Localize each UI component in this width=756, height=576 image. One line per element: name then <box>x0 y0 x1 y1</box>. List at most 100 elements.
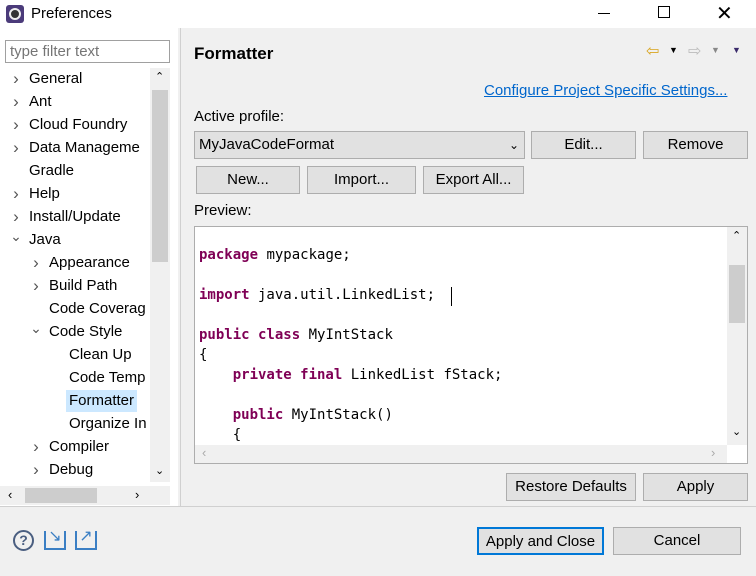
tree-item-label: Data Manageme <box>29 139 140 156</box>
footer-divider <box>0 506 756 507</box>
export-preferences-icon[interactable]: ↗ <box>75 529 97 550</box>
chevron-right-icon[interactable]: › <box>10 91 22 113</box>
chevron-right-icon[interactable]: › <box>10 137 22 159</box>
tree-item-label: Appearance <box>49 254 130 271</box>
export-all-button[interactable]: Export All... <box>423 166 524 194</box>
cancel-button[interactable]: Cancel <box>613 527 741 555</box>
scroll-right-icon[interactable]: › <box>711 445 715 460</box>
tree-item[interactable]: › Data Manageme <box>0 137 150 159</box>
tree-item[interactable]: › Install/Update <box>0 206 150 228</box>
configure-project-link[interactable]: Configure Project Specific Settings... <box>484 82 727 99</box>
scroll-thumb[interactable] <box>729 265 745 323</box>
code-text: { <box>199 427 242 443</box>
close-button[interactable]: ✕ <box>716 1 733 26</box>
code-keyword: import <box>199 287 250 303</box>
code-preview[interactable]: package mypackage; import java.util.Linke… <box>194 226 748 464</box>
preview-horizontal-scrollbar[interactable]: ‹ › <box>195 445 727 463</box>
chevron-right-icon[interactable]: › <box>10 114 22 136</box>
scroll-left-icon[interactable]: ‹ <box>202 445 206 460</box>
code-line: { <box>199 427 241 443</box>
tree-item-label: Ant <box>29 93 52 110</box>
eclipse-gear-icon <box>6 5 24 23</box>
forward-menu-icon[interactable]: ▼ <box>711 45 720 55</box>
chevron-right-icon[interactable]: › <box>30 252 42 274</box>
tree-item-label: Formatter <box>66 390 138 412</box>
active-profile-label: Active profile: <box>194 108 285 125</box>
tree-item[interactable]: Code Coverag <box>0 298 150 320</box>
scroll-up-icon[interactable]: ⌃ <box>155 70 164 83</box>
restore-defaults-button[interactable]: Restore Defaults <box>506 473 636 501</box>
filter-input[interactable] <box>5 40 170 63</box>
maximize-button[interactable] <box>658 6 670 18</box>
preview-vertical-scrollbar[interactable]: ⌃ ⌄ <box>727 227 747 445</box>
minimize-button[interactable] <box>598 13 610 14</box>
tree-item-label: Java <box>29 231 61 248</box>
back-arrow-icon[interactable]: ⇦ <box>646 41 659 61</box>
new-button[interactable]: New... <box>196 166 300 194</box>
import-button[interactable]: Import... <box>307 166 416 194</box>
tree-item[interactable]: › General <box>0 68 150 90</box>
window-title: Preferences <box>31 5 112 22</box>
tree-item-label: Organize In <box>69 415 147 432</box>
chevron-right-icon[interactable]: › <box>10 206 22 228</box>
tree-item[interactable]: › Help <box>0 183 150 205</box>
code-text: MyIntStack() <box>283 407 393 423</box>
preferences-tree-panel: › General › Ant › Cloud Foundry › Data Manageme… <box>0 28 178 506</box>
scroll-down-icon[interactable]: ⌄ <box>732 425 741 438</box>
tree-item[interactable]: ⌄ Code Style <box>0 321 150 343</box>
back-menu-icon[interactable]: ▼ <box>669 45 678 55</box>
tree-item[interactable]: › Debug <box>0 459 150 481</box>
chevron-down-icon[interactable]: ⌄ <box>30 321 42 339</box>
scroll-right-icon[interactable]: › <box>135 487 139 502</box>
chevron-down-icon: ⌄ <box>508 138 519 152</box>
vertical-scrollbar[interactable]: ⌃ ⌄ <box>150 68 170 482</box>
chevron-right-icon[interactable]: › <box>30 459 42 481</box>
profile-select[interactable]: MyJavaCodeFormat ⌄ <box>194 131 525 159</box>
horizontal-scrollbar[interactable]: ‹ › <box>0 486 170 505</box>
tree-item[interactable]: Formatter <box>0 390 150 412</box>
code-keyword: public <box>199 407 284 423</box>
tree-item[interactable]: Clean Up <box>0 344 150 366</box>
apply-and-close-button[interactable]: Apply and Close <box>477 527 604 555</box>
scroll-left-icon[interactable]: ‹ <box>8 487 12 502</box>
forward-arrow-icon[interactable]: ⇨ <box>688 41 701 61</box>
tree-item[interactable]: › Ant <box>0 91 150 113</box>
view-menu-icon[interactable]: ▼ <box>732 45 741 55</box>
tree-item-label: Code Temp <box>69 369 146 386</box>
scroll-thumb[interactable] <box>152 90 168 262</box>
panel-divider[interactable] <box>180 28 181 506</box>
tree-item[interactable]: › Compiler <box>0 436 150 458</box>
tree-item-label: Clean Up <box>69 346 132 363</box>
chevron-right-icon[interactable]: › <box>10 68 22 90</box>
code-text: mypackage; <box>258 247 351 263</box>
tree-item[interactable]: › Appearance <box>0 252 150 274</box>
code-text: MyIntStack <box>300 327 393 343</box>
apply-button[interactable]: Apply <box>643 473 748 501</box>
tree-item[interactable]: Organize In <box>0 413 150 435</box>
chevron-down-icon[interactable]: ⌄ <box>10 229 22 247</box>
chevron-right-icon[interactable]: › <box>10 183 22 205</box>
chevron-right-icon[interactable]: › <box>30 275 42 297</box>
scroll-up-icon[interactable]: ⌃ <box>732 229 741 242</box>
chevron-right-icon[interactable]: › <box>30 436 42 458</box>
preferences-tree: › General › Ant › Cloud Foundry › Data Manageme… <box>0 68 150 482</box>
code-line: public MyIntStack() <box>199 407 393 423</box>
tree-item-label: Install/Update <box>29 208 121 225</box>
code-text: LinkedList fStack; <box>342 367 503 383</box>
tree-item[interactable]: Code Temp <box>0 367 150 389</box>
page-title: Formatter <box>194 44 274 63</box>
tree-item[interactable]: › Cloud Foundry <box>0 114 150 136</box>
text-cursor <box>451 287 452 306</box>
tree-item[interactable]: ⌄ Java <box>0 229 150 251</box>
remove-button[interactable]: Remove <box>643 131 748 159</box>
tree-item[interactable]: › Build Path <box>0 275 150 297</box>
code-keyword: package <box>199 247 259 263</box>
scroll-thumb-h[interactable] <box>25 488 97 503</box>
tree-item[interactable]: Gradle <box>0 160 150 182</box>
tree-item-label: Help <box>29 185 60 202</box>
scroll-down-icon[interactable]: ⌄ <box>155 464 164 477</box>
code-line: public class MyIntStack <box>199 327 393 343</box>
help-icon[interactable]: ? <box>13 530 34 551</box>
import-preferences-icon[interactable]: ↘ <box>44 529 66 550</box>
edit-button[interactable]: Edit... <box>531 131 636 159</box>
